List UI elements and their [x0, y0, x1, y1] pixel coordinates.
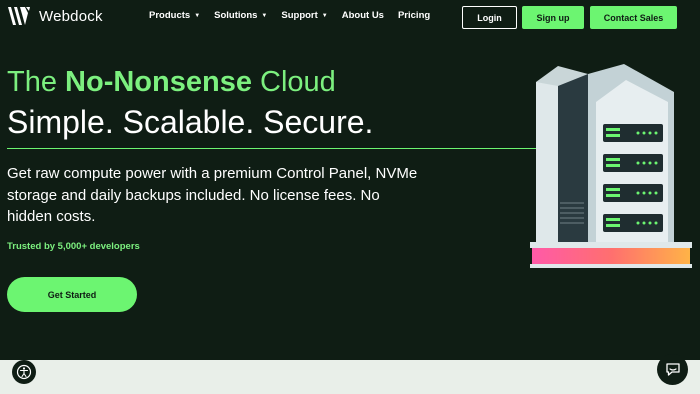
nav-item-label: Support — [281, 10, 318, 21]
chat-icon — [665, 363, 680, 376]
chevron-down-icon: ▼ — [321, 12, 328, 19]
hero-headline: The No-Nonsense Cloud — [7, 66, 336, 99]
brand-name: Webdock — [39, 7, 103, 25]
nav-item-pricing[interactable]: Pricing — [398, 10, 430, 21]
trusted-badge: Trusted by 5,000+ developers — [7, 241, 140, 252]
server-illustration — [530, 64, 692, 268]
chevron-down-icon: ▼ — [194, 12, 201, 19]
main-menu: Products ▼ Solutions ▼ Support ▼ About U… — [149, 10, 444, 21]
get-started-button[interactable]: Get Started — [7, 277, 137, 312]
chat-button[interactable] — [657, 354, 688, 385]
top-navigation: Webdock Products ▼ Solutions ▼ Support ▼… — [0, 0, 700, 34]
nav-item-label: Pricing — [397, 10, 431, 21]
brand-logo[interactable]: Webdock — [7, 5, 103, 27]
nav-item-label: About Us — [341, 10, 384, 21]
contact-sales-button[interactable]: Contact Sales — [590, 6, 677, 29]
nav-item-about-us[interactable]: About Us — [342, 10, 384, 21]
hero-description: Get raw compute power with a premium Con… — [7, 165, 418, 225]
hero-divider — [7, 148, 553, 149]
chevron-down-icon: ▼ — [261, 12, 268, 19]
hero-subheadline: Simple. Scalable. Secure. — [7, 104, 374, 140]
nav-item-support[interactable]: Support ▼ — [281, 10, 327, 21]
accessibility-icon — [16, 364, 32, 380]
accessibility-button[interactable] — [12, 360, 36, 384]
headline-bold: No-Nonsense — [65, 66, 252, 98]
nav-item-label: Solutions — [214, 10, 258, 21]
nav-item-products[interactable]: Products ▼ — [149, 10, 200, 21]
next-section-band — [0, 360, 700, 394]
webdock-logo-icon — [8, 7, 30, 25]
headline-prefix: The — [7, 66, 66, 98]
signup-button[interactable]: Sign up — [522, 6, 584, 29]
login-button[interactable]: Login — [462, 6, 517, 29]
nav-item-label: Products — [149, 10, 191, 21]
headline-suffix: Cloud — [251, 66, 336, 98]
nav-item-solutions[interactable]: Solutions ▼ — [214, 10, 267, 21]
